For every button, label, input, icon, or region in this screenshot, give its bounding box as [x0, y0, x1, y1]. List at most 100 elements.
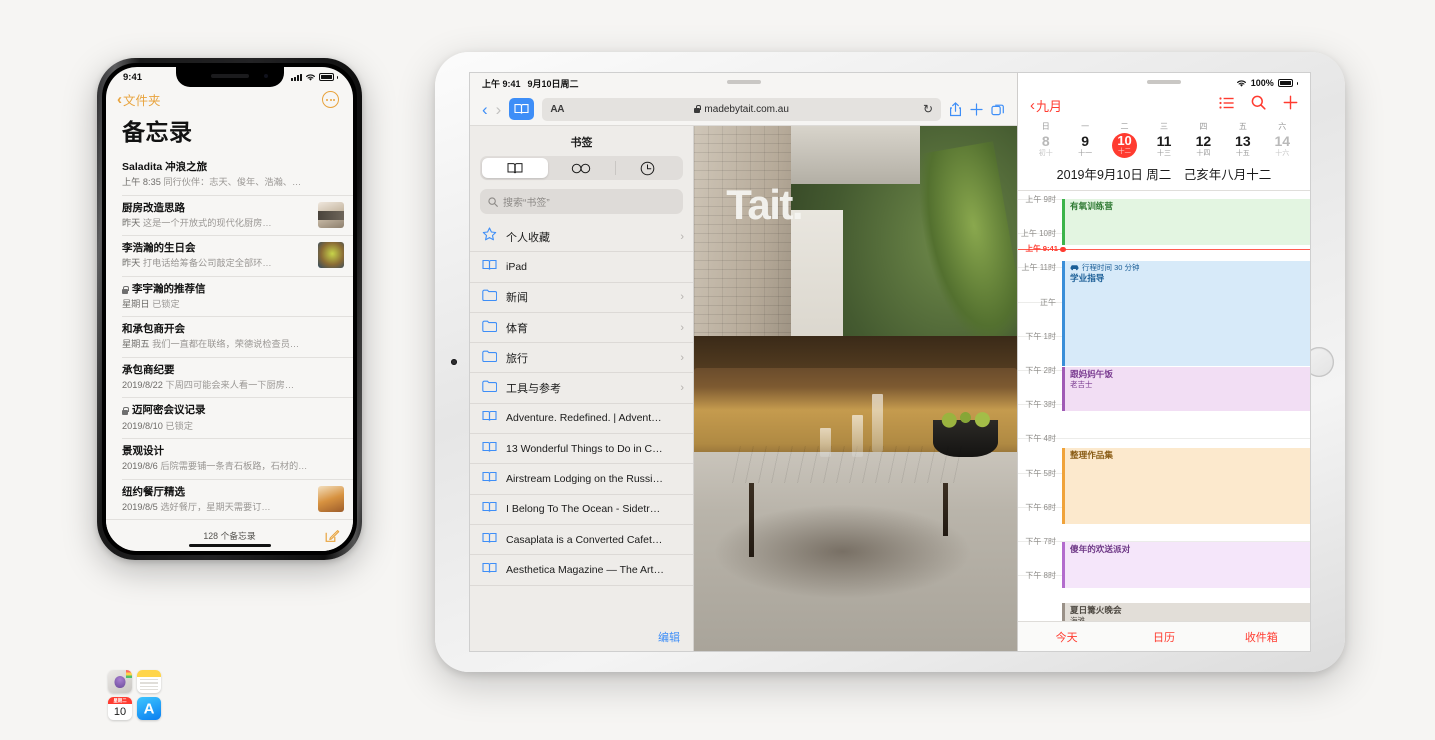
note-subtitle: 2019/8/22 下周四可能会来人看一下厨房… — [122, 379, 295, 390]
note-list-item[interactable]: 纽约餐厅精选 2019/8/5 选好餐厅，星期天需要订… — [122, 480, 353, 520]
plus-icon[interactable] — [1283, 95, 1298, 115]
bookmark-row[interactable]: Adventure. Redefined. | Advent… — [470, 404, 693, 435]
note-list-item[interactable]: 李宇瀚的推荐信 星期日 已锁定 — [122, 277, 353, 318]
week-day-cell[interactable]: 三 11 十三 — [1144, 121, 1183, 158]
reload-icon[interactable]: ↻ — [923, 102, 933, 116]
weekday-label: 一 — [1081, 122, 1090, 131]
app-icon-notes[interactable] — [137, 670, 161, 693]
bookmark-row[interactable]: 新闻 › — [470, 283, 693, 313]
plus-icon[interactable] — [970, 102, 983, 116]
calendar-tab[interactable]: 今天 — [1018, 629, 1115, 645]
multitask-grabber[interactable] — [726, 80, 761, 84]
folder-icon — [482, 319, 498, 337]
segment-divider — [615, 161, 617, 175]
multitask-grabber[interactable] — [1147, 80, 1181, 84]
text-size-button[interactable]: AA — [550, 104, 564, 115]
date-lunar: 己亥年八月十二 — [1183, 168, 1272, 182]
app-icon-app-store[interactable]: A — [137, 697, 161, 720]
more-circle-icon[interactable] — [322, 91, 339, 108]
bookmark-row[interactable]: Casaplata is a Converted Cafet… — [470, 525, 693, 556]
app-icon-calendar[interactable]: 星期二 10 — [108, 697, 132, 720]
calendar-event[interactable]: 夏日篝火晚会 海滩 — [1062, 603, 1310, 621]
bookmark-row[interactable]: 工具与参考 › — [470, 373, 693, 404]
calendar-event[interactable]: 整理作品集 — [1062, 448, 1310, 524]
day-number: 9 — [1081, 133, 1090, 149]
lunar-day: 十四 — [1196, 149, 1211, 157]
compose-icon[interactable] — [325, 528, 340, 543]
calendar-tab-bar[interactable]: 今天 日历 收件箱 — [1018, 621, 1310, 651]
bookmark-row[interactable]: 13 Wonderful Things to Do in C… — [470, 434, 693, 465]
note-content: 李宇瀚的推荐信 星期日 已锁定 — [122, 283, 344, 311]
bookmark-row[interactable]: 个人收藏 › — [470, 222, 693, 253]
bookmark-label: Adventure. Redefined. | Advent… — [506, 412, 662, 425]
calendar-tab[interactable]: 日历 — [1115, 629, 1212, 645]
day-timeline[interactable]: 上午 9时 上午 10时 上午 11时 正午 下午 1时 下午 2时 下午 3时 下午 4时下… — [1018, 191, 1310, 621]
book-icon — [482, 470, 497, 488]
bookmark-row[interactable]: 旅行 › — [470, 343, 693, 374]
segment-history[interactable] — [615, 158, 681, 178]
address-bar[interactable]: AA madebytait.com.au ↻ — [542, 97, 941, 121]
bookmark-row[interactable]: I Belong To The Ocean - Sidetr… — [470, 495, 693, 525]
note-list-item[interactable]: 景观设计 2019/8/6 后院需要铺一条青石板路，石材的… — [122, 439, 353, 480]
month-back-button[interactable]: ‹ 九月 — [1030, 96, 1062, 115]
bookmark-row[interactable]: Aesthetica Magazine — The Art… — [470, 555, 693, 586]
calendar-event[interactable]: 跟妈妈午饭 老吉士 — [1062, 367, 1310, 411]
bookmark-row[interactable]: Airstream Lodging on the Russi… — [470, 464, 693, 495]
back-to-folders-button[interactable]: ‹ 文件夹 — [117, 90, 161, 109]
web-content[interactable]: Tait. — [694, 126, 1017, 651]
note-content: Saladita 冲浪之旅 上午 8:35 同行伙伴：志天、俊年、浩瀚、… — [122, 161, 344, 189]
chevron-right-icon[interactable]: › — [496, 101, 502, 118]
bookmark-row[interactable]: iPad — [470, 252, 693, 283]
lock-icon — [694, 105, 702, 113]
bookmarks-list[interactable]: 个人收藏 › iPad 新闻 › 体育 › 旅行 › 工具与参考 › Adventure. Redef… — [470, 222, 693, 623]
bookmark-label: 13 Wonderful Things to Do in C… — [506, 442, 663, 455]
iphone-screen: 9:41 ‹ 文件夹 备忘录 Saladita 冲浪之旅 上午 8:35 同行伙… — [106, 67, 353, 551]
week-day-cell[interactable]: 日 8 初十 — [1026, 121, 1065, 158]
week-day-cell[interactable]: 一 9 十一 — [1065, 121, 1104, 158]
bookmark-row[interactable]: 体育 › — [470, 313, 693, 344]
search-input[interactable]: 搜索“书签” — [480, 189, 683, 214]
chevron-left-icon: ‹ — [117, 91, 122, 108]
hour-label: 下午 5时 — [1025, 468, 1056, 478]
note-list-item[interactable]: 厨房改造思路 昨天 这是一个开放式的现代化厨房… — [122, 196, 353, 237]
share-icon[interactable] — [949, 101, 962, 117]
week-day-cell[interactable]: 四 12 十四 — [1184, 121, 1223, 158]
week-day-cell[interactable]: 二 10 十二 — [1105, 121, 1144, 158]
chevron-right-icon: › — [680, 230, 684, 243]
week-strip[interactable]: 日 8 初十 一 9 十一 二 10 十二 三 11 十三 四 12 十四 五 13 十五 六 14 十六 — [1018, 119, 1310, 158]
note-subtitle: 2019/8/10 已锁定 — [122, 420, 193, 431]
day-number: 12 — [1195, 133, 1212, 149]
note-list-item[interactable]: 承包商纪要 2019/8/22 下周四可能会来人看一下厨房… — [122, 358, 353, 399]
note-subtitle: 2019/8/6 后院需要铺一条青石板路，石材的… — [122, 461, 308, 472]
chevron-left-icon[interactable]: ‹ — [482, 101, 488, 118]
notes-list[interactable]: Saladita 冲浪之旅 上午 8:35 同行伙伴：志天、俊年、浩瀚、… 厨房改造… — [106, 155, 353, 519]
ipad-front-camera — [451, 359, 457, 365]
week-day-cell[interactable]: 六 14 十六 — [1263, 121, 1302, 158]
note-list-item[interactable]: Saladita 冲浪之旅 上午 8:35 同行伙伴：志天、俊年、浩瀚、… — [122, 155, 353, 196]
segment-bookmarks[interactable] — [482, 158, 549, 178]
note-list-item[interactable]: 和承包商开会 星期五 我们一直都在联络，荣德说检查员… — [122, 317, 353, 358]
calendar-event[interactable]: 傻年的欢送派对 — [1062, 542, 1310, 588]
calendar-event[interactable]: 有氧训练营 — [1062, 199, 1310, 245]
list-icon[interactable] — [1219, 96, 1234, 114]
note-subtitle: 上午 8:35 同行伙伴：志天、俊年、浩瀚、… — [122, 177, 302, 188]
week-day-cell[interactable]: 五 13 十五 — [1223, 121, 1262, 158]
note-list-item[interactable]: 李浩瀚的生日会 昨天 打电话给筹备公司敲定全部环… — [122, 236, 353, 277]
carafe — [871, 393, 883, 452]
hour-label: 上午 9时 — [1025, 195, 1056, 204]
chevron-right-icon: › — [680, 291, 684, 304]
note-content: 迈阿密会议记录 2019/8/10 已锁定 — [122, 404, 344, 432]
battery-percent: 100% — [1250, 78, 1274, 88]
search-icon[interactable] — [1251, 95, 1266, 115]
segment-reading-list[interactable] — [548, 158, 614, 178]
calendar-tab[interactable]: 收件箱 — [1213, 629, 1310, 645]
note-list-item[interactable]: 迈阿密会议记录 2019/8/10 已锁定 — [122, 398, 353, 439]
tabs-icon[interactable] — [991, 103, 1005, 116]
lunar-day: 十二 — [1118, 148, 1132, 156]
calendar-event[interactable]: 行程时间 30 分钟 学业指导 — [1062, 261, 1310, 366]
edit-button[interactable]: 编辑 — [658, 629, 680, 645]
app-icon-podcasts[interactable] — [108, 670, 132, 693]
dock-app-icons[interactable]: 星期二 10 A — [108, 670, 164, 722]
bookmarks-segmented-control[interactable] — [480, 156, 683, 180]
book-icon[interactable] — [509, 98, 535, 120]
